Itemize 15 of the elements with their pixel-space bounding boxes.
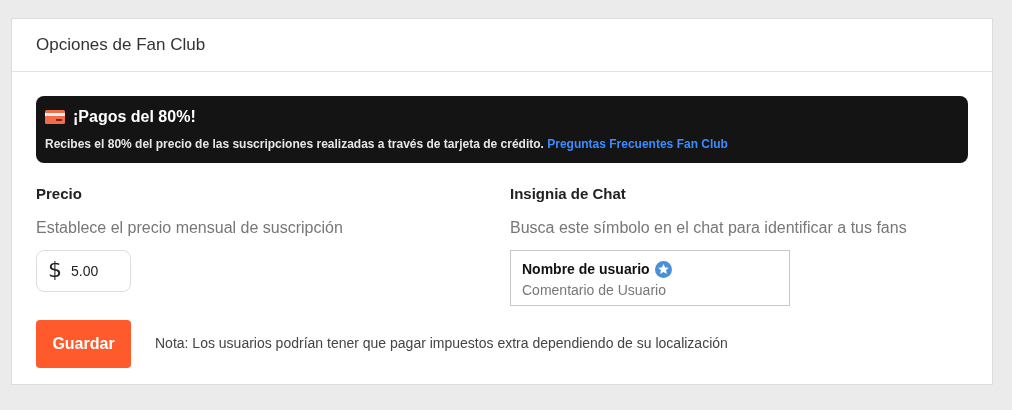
badge-heading: Insignia de Chat <box>510 184 627 204</box>
tax-note: Nota: Los usuarios podrían tener que pagar impuestos extra dependiendo de su localización <box>155 334 728 353</box>
badge-description: Busca este símbolo en el chat para identificar a tus fans <box>510 217 908 238</box>
card-title: Opciones de Fan Club <box>36 34 206 57</box>
faq-link[interactable]: Preguntas Frecuentes Fan Club <box>547 137 728 151</box>
price-description: Establece el precio mensual de suscripción <box>36 217 344 238</box>
star-badge-icon <box>654 260 672 278</box>
banner-text: Recibes el 80% del precio de las suscripciones realizadas a través de tarjeta de crédito. Preguntas Frecuentes Fan Club <box>45 136 729 153</box>
user-comment: Comentario de Usuario <box>522 280 667 300</box>
credit-card-icon <box>45 110 65 124</box>
username: Nombre de usuario <box>522 259 650 279</box>
currency-symbol: $ <box>48 256 62 283</box>
banner-title: ¡Pagos del 80%! <box>73 107 196 127</box>
price-heading: Precio <box>36 184 83 204</box>
save-button[interactable]: Guardar <box>36 319 131 368</box>
